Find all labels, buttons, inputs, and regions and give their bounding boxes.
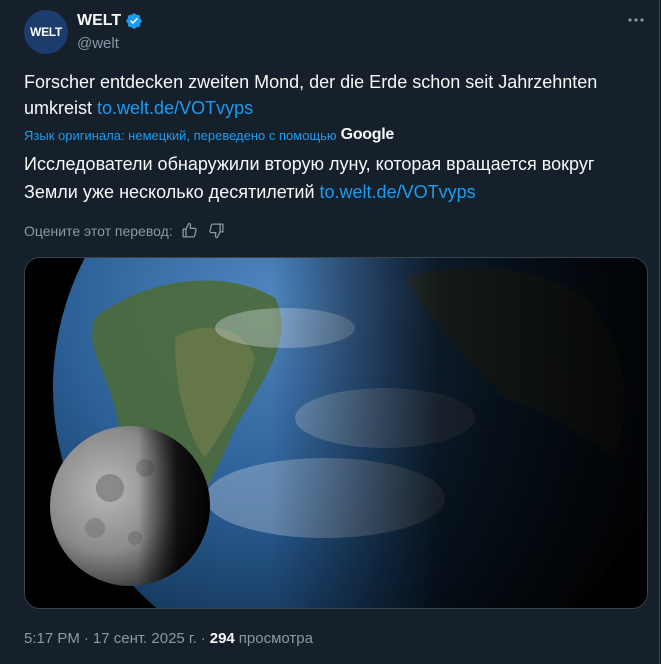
rate-translation-label: Оцените этот перевод: xyxy=(24,222,173,239)
translated-body: Исследователи обнаружили вторую луну, ко… xyxy=(24,154,595,202)
earth-moon-illustration xyxy=(25,258,647,608)
tweet-container: WELT WELT @welt Forscher entdecken zweit… xyxy=(0,0,660,664)
translation-note: Язык оригинала: немецкий, переведено с п… xyxy=(24,126,394,144)
translated-text: Исследователи обнаружили вторую луну, ко… xyxy=(24,150,644,206)
translated-link[interactable]: to.welt.de/VOTvyps xyxy=(320,182,476,202)
meta-separator: · xyxy=(200,630,206,647)
author-name[interactable]: WELT xyxy=(77,12,121,30)
views-count: 294 xyxy=(209,630,235,647)
author-handle[interactable]: @welt xyxy=(77,35,119,52)
google-logo: Google xyxy=(340,126,395,143)
thumbs-up-icon[interactable] xyxy=(179,222,200,239)
tweet-link[interactable]: to.welt.de/VOTvyps xyxy=(97,98,253,118)
tweet-time[interactable]: 5:17 PM xyxy=(24,630,80,647)
tweet-date[interactable]: 17 сент. 2025 г. xyxy=(93,630,197,647)
avatar[interactable]: WELT xyxy=(24,10,68,54)
avatar-logo-text: WELT xyxy=(30,25,62,39)
translation-note-text: Язык оригинала: немецкий, переведено с п… xyxy=(24,127,337,143)
rate-translation: Оцените этот перевод: xyxy=(24,222,227,239)
verified-badge-icon xyxy=(125,12,143,30)
meta-separator: · xyxy=(83,630,89,647)
tweet-text: Forscher entdecken zweiten Mond, der die… xyxy=(24,69,644,121)
views-label: просмотра xyxy=(238,630,313,647)
thumbs-down-icon[interactable] xyxy=(206,222,227,239)
tweet-image[interactable] xyxy=(24,257,648,609)
more-options-icon[interactable] xyxy=(626,10,646,35)
tweet-meta: 5:17 PM · 17 сент. 2025 г. · 294 просмот… xyxy=(24,630,313,647)
author-name-row[interactable]: WELT xyxy=(77,12,143,30)
